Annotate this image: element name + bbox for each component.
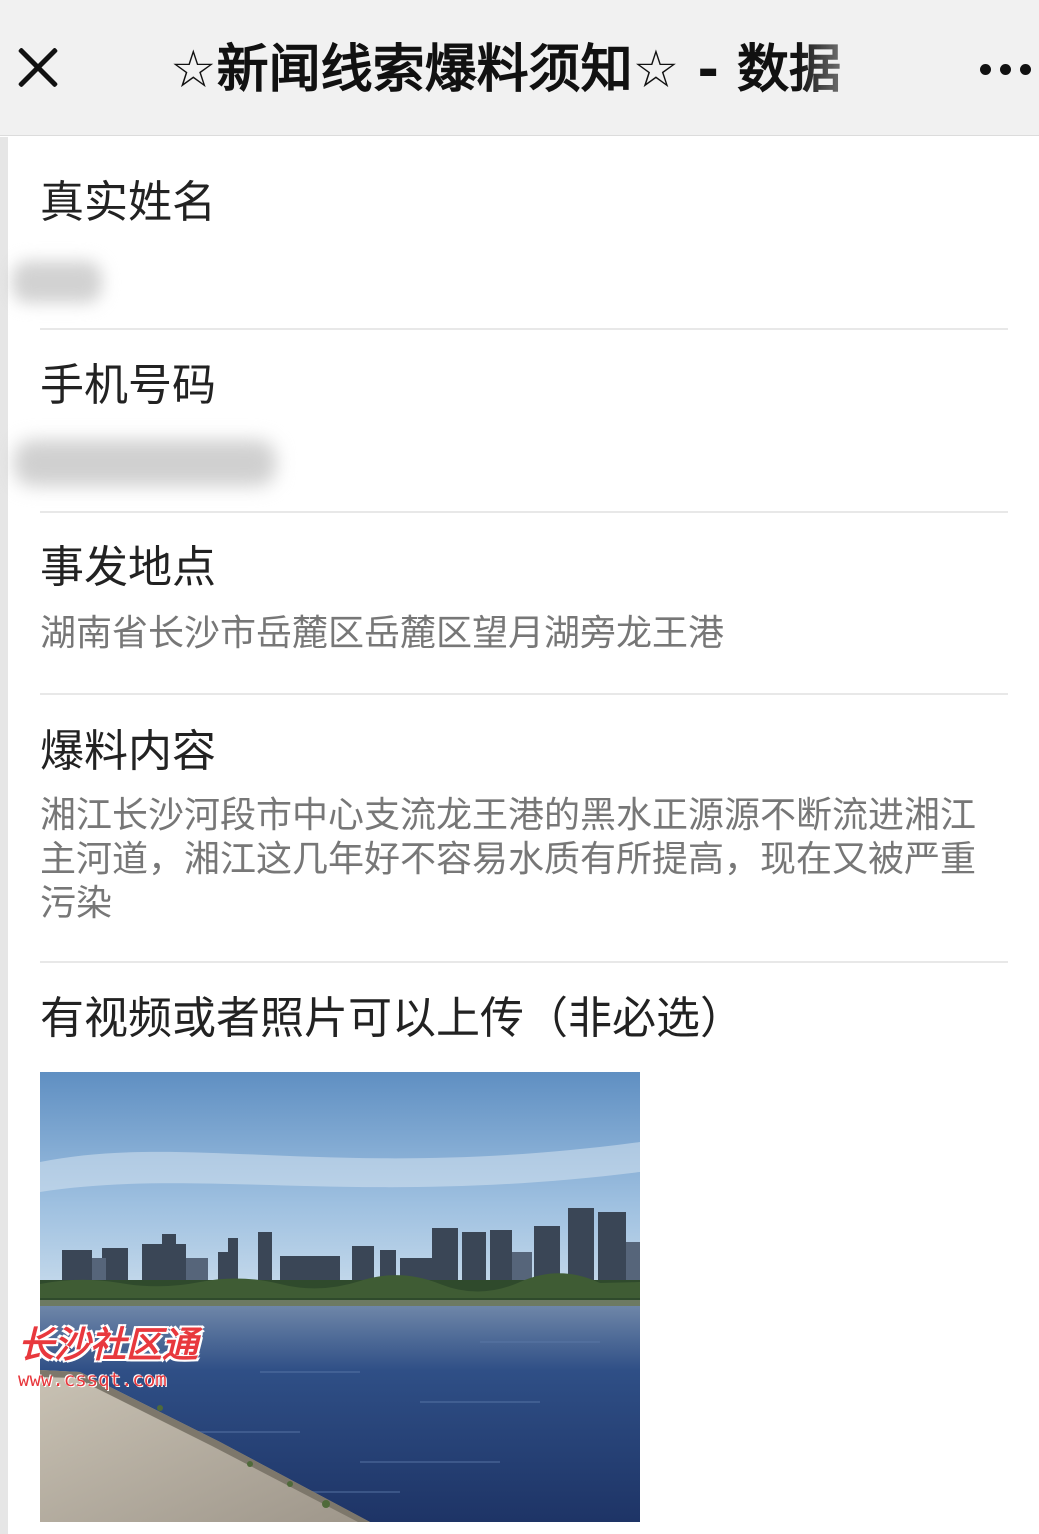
field-label-tip-content: 爆料内容 <box>40 726 216 777</box>
field-upload: 有视频或者照片可以上传（非必选） <box>40 989 1008 1049</box>
field-phone: 手机号码 <box>40 356 1008 416</box>
watermark-text: 长沙社区通 <box>18 1325 199 1366</box>
top-navigation-bar: ☆新闻线索爆料须知☆ - 数据 <box>0 0 1039 136</box>
upload-label: 有视频或者照片可以上传（非必选） <box>40 993 744 1044</box>
page-title-container: ☆新闻线索爆料须知☆ - 数据 <box>170 30 900 110</box>
close-icon[interactable] <box>10 40 66 96</box>
field-label-real-name: 真实姓名 <box>40 177 216 228</box>
redacted-phone <box>14 440 276 486</box>
watermark-url: www.cssqt.com <box>18 1369 167 1391</box>
field-value-tip-content: 湘江长沙河段市中心支流龙王港的黑水正源源不断流进湘江主河道，湘江这几年好不容易水… <box>40 795 977 924</box>
field-tip-content: 爆料内容 湘江长沙河段市中心支流龙王港的黑水正源源不断流进湘江主河道，湘江这几年… <box>40 722 1008 926</box>
more-icon[interactable] <box>976 56 1038 84</box>
uploaded-photo[interactable] <box>40 1072 640 1522</box>
redacted-name <box>12 261 102 303</box>
more-dot <box>980 64 991 75</box>
page-title: ☆新闻线索爆料须知☆ - 数据 <box>170 40 842 100</box>
field-label-phone: 手机号码 <box>40 360 216 411</box>
divider <box>40 693 1008 695</box>
divider <box>40 328 1008 330</box>
more-dot <box>1000 64 1011 75</box>
field-real-name: 真实姓名 <box>40 173 1008 233</box>
divider <box>40 961 1008 963</box>
site-watermark: 长沙社区通 www.cssqt.com <box>18 1323 218 1403</box>
divider <box>40 511 1008 513</box>
field-value-location: 湖南省长沙市岳麓区岳麓区望月湖旁龙王港 <box>40 613 725 654</box>
field-label-location: 事发地点 <box>40 542 216 593</box>
field-location: 事发地点 湖南省长沙市岳麓区岳麓区望月湖旁龙王港 <box>40 538 1008 656</box>
more-dot <box>1020 64 1031 75</box>
